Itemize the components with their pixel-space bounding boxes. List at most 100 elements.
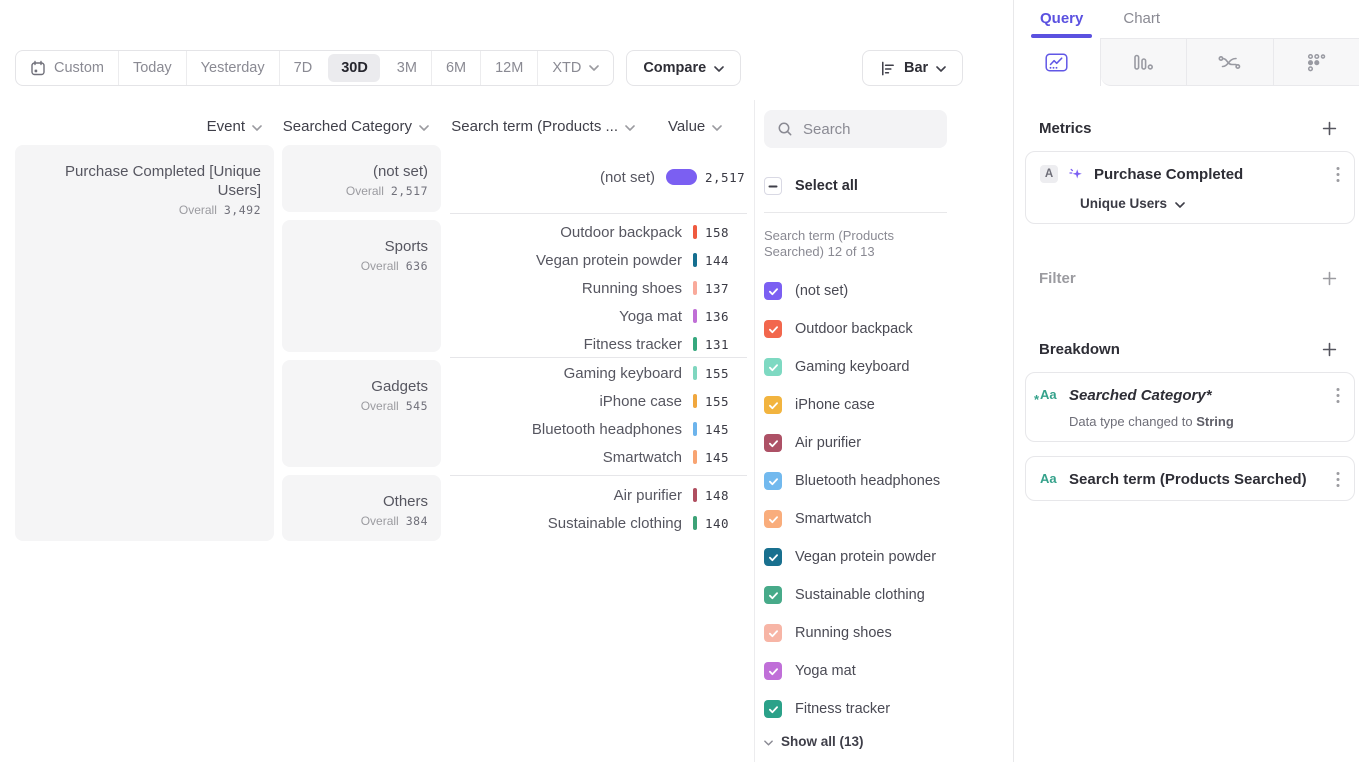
breakdown-card-searched-category[interactable]: Aa* Searched Category* Data type changed…	[1025, 372, 1355, 442]
column-header-event[interactable]: Event	[15, 117, 262, 135]
select-all-checkbox[interactable]	[764, 177, 782, 195]
divider	[764, 212, 947, 213]
legend-item-gaming-keyboard[interactable]: Gaming keyboard	[764, 348, 1013, 386]
overall-value: 384	[406, 514, 428, 528]
legend-item-fitness-tracker[interactable]: Fitness tracker	[764, 690, 1013, 728]
checkbox-running-shoes[interactable]	[764, 624, 782, 642]
legend-item-bluetooth-headphones[interactable]: Bluetooth headphones	[764, 462, 1013, 500]
legend-items-list: (not set) Outdoor backpack Gaming keyboard…	[764, 272, 1013, 728]
select-all-label: Select all	[795, 178, 858, 194]
date-range-3m[interactable]: 3M	[382, 51, 431, 85]
check-icon	[768, 515, 779, 524]
category-name: Sports	[292, 237, 428, 256]
date-range-label: 7D	[294, 60, 313, 76]
date-range-today[interactable]: Today	[118, 51, 186, 85]
legend-item-air-purifier[interactable]: Air purifier	[764, 424, 1013, 462]
add-breakdown-button[interactable]	[1322, 342, 1337, 357]
metric-card[interactable]: A Purchase Completed Unique Users	[1025, 151, 1355, 224]
value-bar	[666, 169, 697, 185]
category-cell-not-set: (not set)Overall2,517	[282, 145, 441, 212]
overall-label: Overall	[361, 514, 399, 528]
breakdown-name: Searched Category*	[1069, 387, 1326, 404]
checkbox-smartwatch[interactable]	[764, 510, 782, 528]
date-range-7d[interactable]: 7D	[279, 51, 327, 85]
legend-item-vegan-protein-powder[interactable]: Vegan protein powder	[764, 538, 1013, 576]
checkbox-iphone-case[interactable]	[764, 396, 782, 414]
view-funnels-tab[interactable]	[1101, 38, 1187, 86]
legend-item-not-set[interactable]: (not set)	[764, 272, 1013, 310]
view-insights-tab[interactable]	[1014, 38, 1101, 86]
legend-item-iphone-case[interactable]: iPhone case	[764, 386, 1013, 424]
legend-item-yoga-mat[interactable]: Yoga mat	[764, 652, 1013, 690]
legend-item-sustainable-clothing[interactable]: Sustainable clothing	[764, 576, 1013, 614]
legend-item-label: (not set)	[795, 283, 848, 299]
date-range-xtd[interactable]: XTD	[537, 51, 613, 85]
value-bar	[693, 516, 697, 530]
checkbox-fitness-tracker[interactable]	[764, 700, 782, 718]
value-bar	[693, 253, 697, 267]
checkbox-not-set[interactable]	[764, 282, 782, 300]
breakdown-options-kebab[interactable]	[1336, 471, 1340, 488]
search-input[interactable]	[803, 121, 934, 138]
query-panel: Query Chart Metrics A Purchase Completed…	[1013, 0, 1359, 762]
column-header-searched-category[interactable]: Searched Category	[282, 117, 429, 135]
term-row-gaming-keyboard: Gaming keyboard155	[450, 359, 747, 387]
check-icon	[768, 325, 779, 334]
search-term-rows-column: (not set)2,517Outdoor backpack158Vegan p…	[450, 145, 747, 541]
breakdown-options-kebab[interactable]	[1336, 387, 1340, 404]
date-range-30d[interactable]: 30D	[328, 54, 380, 82]
overall-value: 2,517	[391, 184, 428, 198]
column-header-value[interactable]: Value	[668, 117, 748, 135]
add-metric-button[interactable]	[1322, 121, 1337, 136]
term-row-not-set: (not set)2,517	[450, 163, 747, 191]
date-range-6m[interactable]: 6M	[431, 51, 480, 85]
date-range-control: CustomTodayYesterday 7D 30D 3M6M12MXTD	[15, 50, 614, 86]
value-bar	[693, 281, 697, 295]
breakdown-card-search-term[interactable]: Aa Search term (Products Searched)	[1025, 456, 1355, 501]
checkbox-gaming-keyboard[interactable]	[764, 358, 782, 376]
term-row-air-purifier: Air purifier148	[450, 481, 747, 509]
breakdown-section-header: Breakdown	[1014, 341, 1359, 358]
value-bar	[693, 366, 697, 380]
retention-icon	[1306, 53, 1327, 72]
overall-label: Overall	[346, 184, 384, 198]
date-range-12m[interactable]: 12M	[480, 51, 537, 85]
checkbox-bluetooth-headphones[interactable]	[764, 472, 782, 490]
checkbox-vegan-protein-powder[interactable]	[764, 548, 782, 566]
checkbox-outdoor-backpack[interactable]	[764, 320, 782, 338]
show-all-toggle[interactable]: Show all (13)	[764, 734, 1013, 749]
metric-unit-dropdown[interactable]: Unique Users	[1040, 196, 1340, 211]
date-range-yesterday[interactable]: Yesterday	[186, 51, 279, 85]
select-all-row[interactable]: Select all	[764, 177, 1013, 195]
term-label: Outdoor backpack	[450, 224, 682, 241]
legend-item-label: Outdoor backpack	[795, 321, 913, 337]
chevron-down-icon	[714, 60, 724, 76]
check-icon	[768, 553, 779, 562]
compare-button[interactable]: Compare	[626, 50, 741, 86]
chart-type-label: Bar	[904, 60, 928, 76]
term-value: 155	[705, 366, 747, 381]
tab-query[interactable]: Query	[1040, 10, 1083, 38]
chevron-down-icon	[1175, 196, 1185, 211]
legend-item-smartwatch[interactable]: Smartwatch	[764, 500, 1013, 538]
overall-label: Overall	[361, 399, 399, 413]
chart-type-selector[interactable]: Bar	[862, 50, 963, 86]
category-overall: Overall 384	[292, 514, 428, 528]
term-row-group: Air purifier148Sustainable clothing140	[450, 475, 747, 541]
tab-chart[interactable]: Chart	[1123, 10, 1160, 38]
legend-item-outdoor-backpack[interactable]: Outdoor backpack	[764, 310, 1013, 348]
legend-search-box[interactable]	[764, 110, 947, 148]
checkbox-air-purifier[interactable]	[764, 434, 782, 452]
date-range-label: 30D	[341, 60, 368, 76]
column-header-search-term[interactable]: Search term (Products ...	[450, 117, 635, 135]
checkbox-yoga-mat[interactable]	[764, 662, 782, 680]
checkbox-sustainable-clothing[interactable]	[764, 586, 782, 604]
view-retention-tab[interactable]	[1273, 38, 1359, 86]
legend-item-running-shoes[interactable]: Running shoes	[764, 614, 1013, 652]
view-flows-tab[interactable]	[1186, 38, 1273, 86]
legend-item-label: Bluetooth headphones	[795, 473, 940, 489]
metric-options-kebab[interactable]	[1336, 166, 1340, 183]
event-sparkle-icon	[1068, 166, 1084, 182]
date-range-custom[interactable]: Custom	[16, 51, 118, 85]
add-filter-button[interactable]	[1322, 271, 1337, 286]
